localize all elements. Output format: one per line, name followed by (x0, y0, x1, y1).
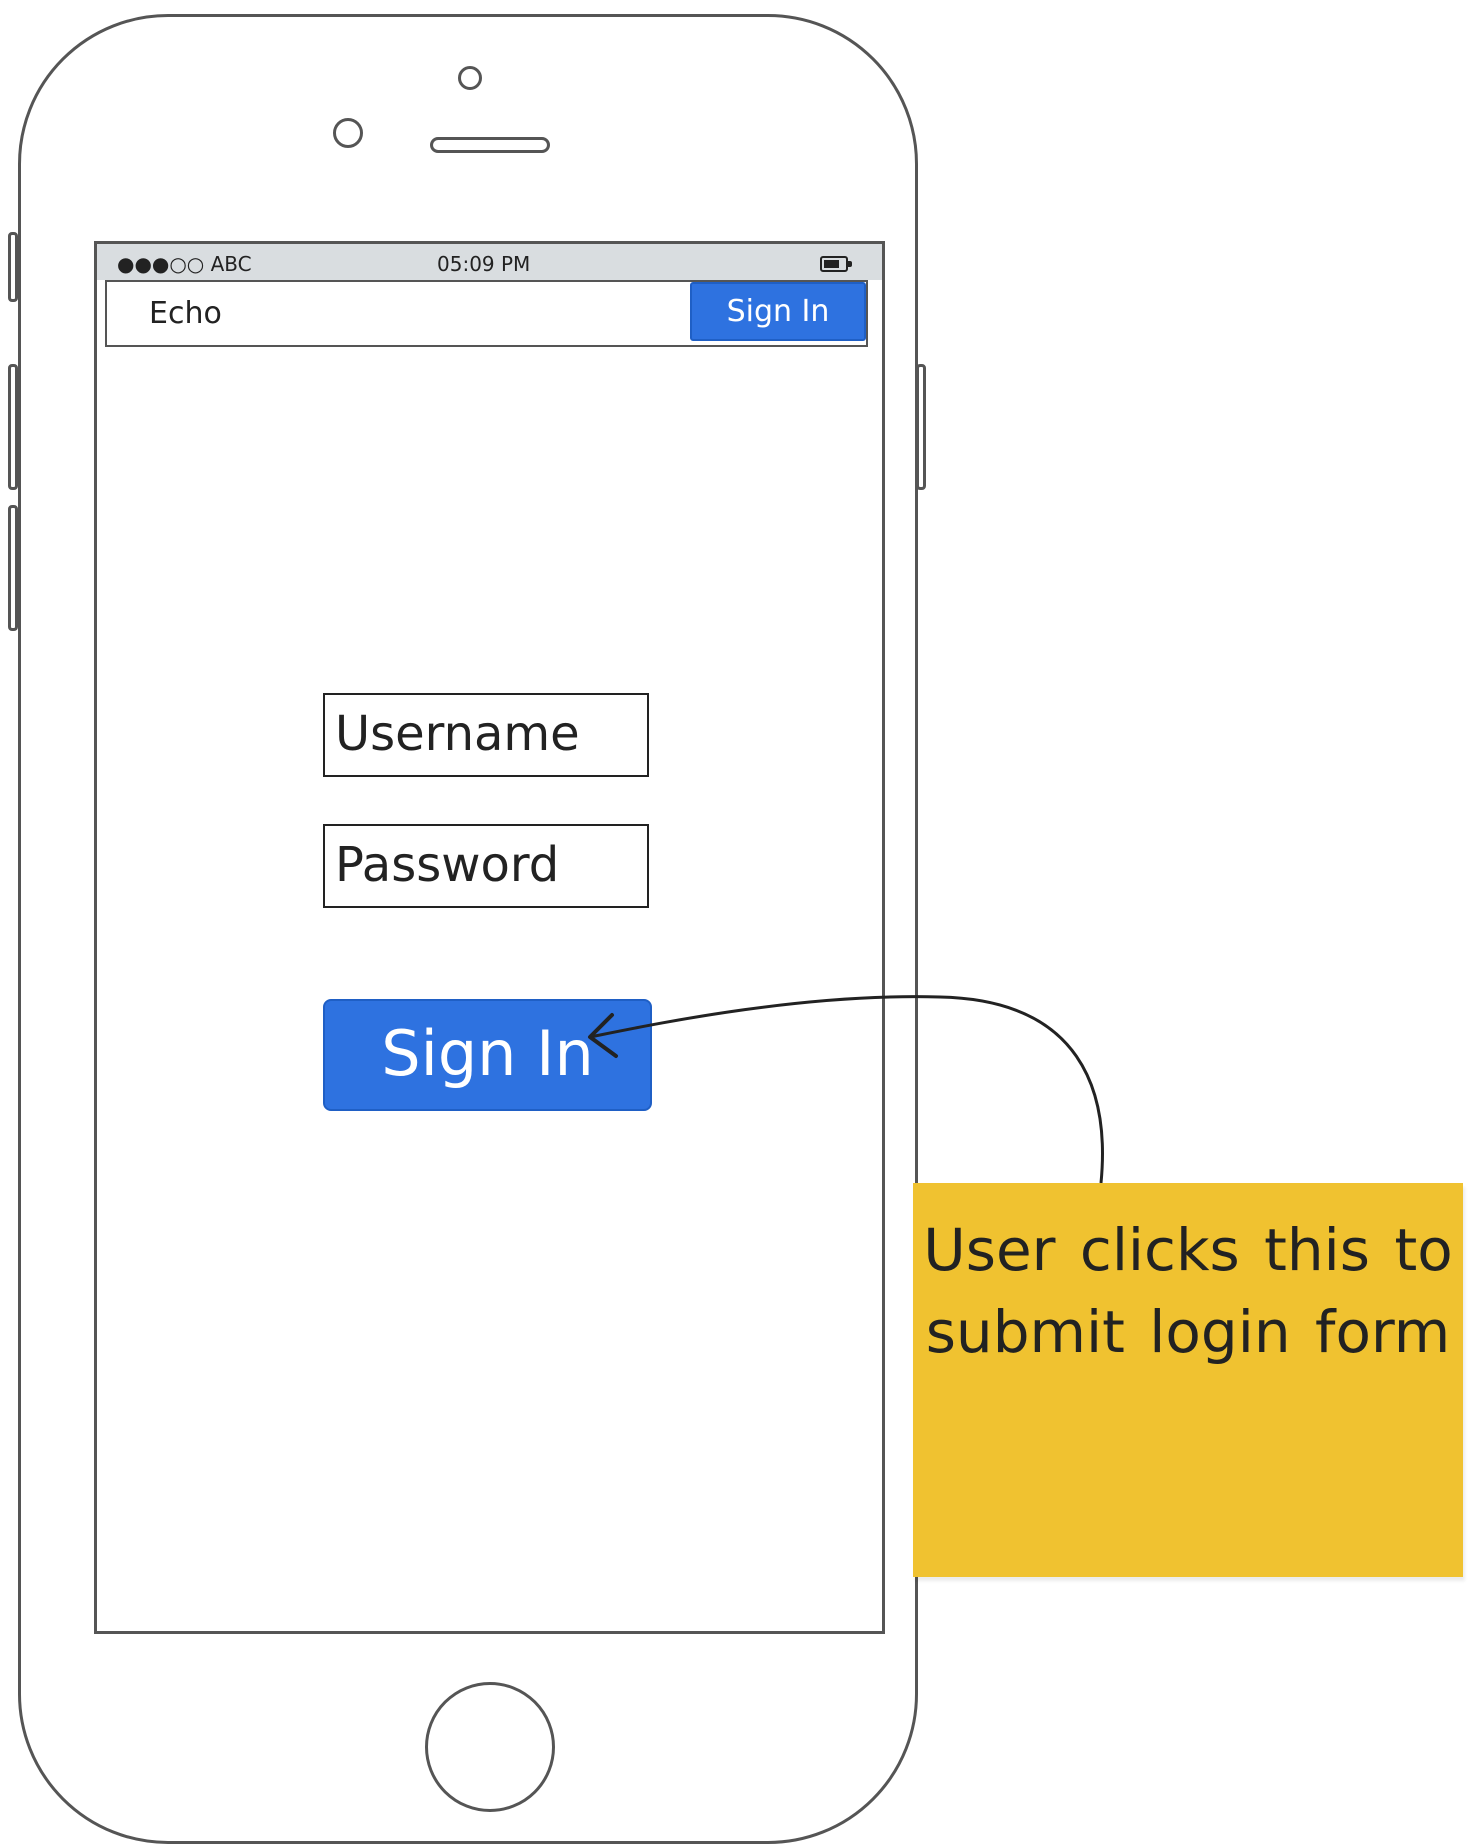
sticky-note-text: User clicks this to submit login form (923, 1216, 1453, 1366)
front-camera (458, 66, 482, 90)
navbar-sign-in-button[interactable]: Sign In (690, 282, 866, 341)
username-field[interactable]: Username (323, 693, 649, 777)
phone-screen: ●●●○○ ABC 05:09 PM Echo Sign In Username… (94, 241, 885, 1634)
phone-frame: ●●●○○ ABC 05:09 PM Echo Sign In Username… (18, 14, 918, 1844)
power-button (916, 364, 926, 490)
volume-down-button (8, 505, 18, 631)
password-field[interactable]: Password (323, 824, 649, 908)
navigation-bar: Echo Sign In (105, 280, 868, 347)
earpiece-speaker (430, 137, 550, 153)
home-button[interactable] (425, 1682, 555, 1812)
battery-icon (820, 256, 852, 272)
mute-switch (8, 232, 18, 302)
status-time: 05:09 PM (437, 252, 531, 276)
volume-up-button (8, 364, 18, 490)
carrier-signal: ●●●○○ ABC (117, 252, 252, 276)
proximity-sensor (333, 118, 363, 148)
sticky-note: User clicks this to submit login form (913, 1183, 1463, 1577)
status-bar: ●●●○○ ABC 05:09 PM (97, 244, 882, 280)
sign-in-button[interactable]: Sign In (323, 999, 652, 1111)
app-title: Echo (149, 296, 222, 331)
